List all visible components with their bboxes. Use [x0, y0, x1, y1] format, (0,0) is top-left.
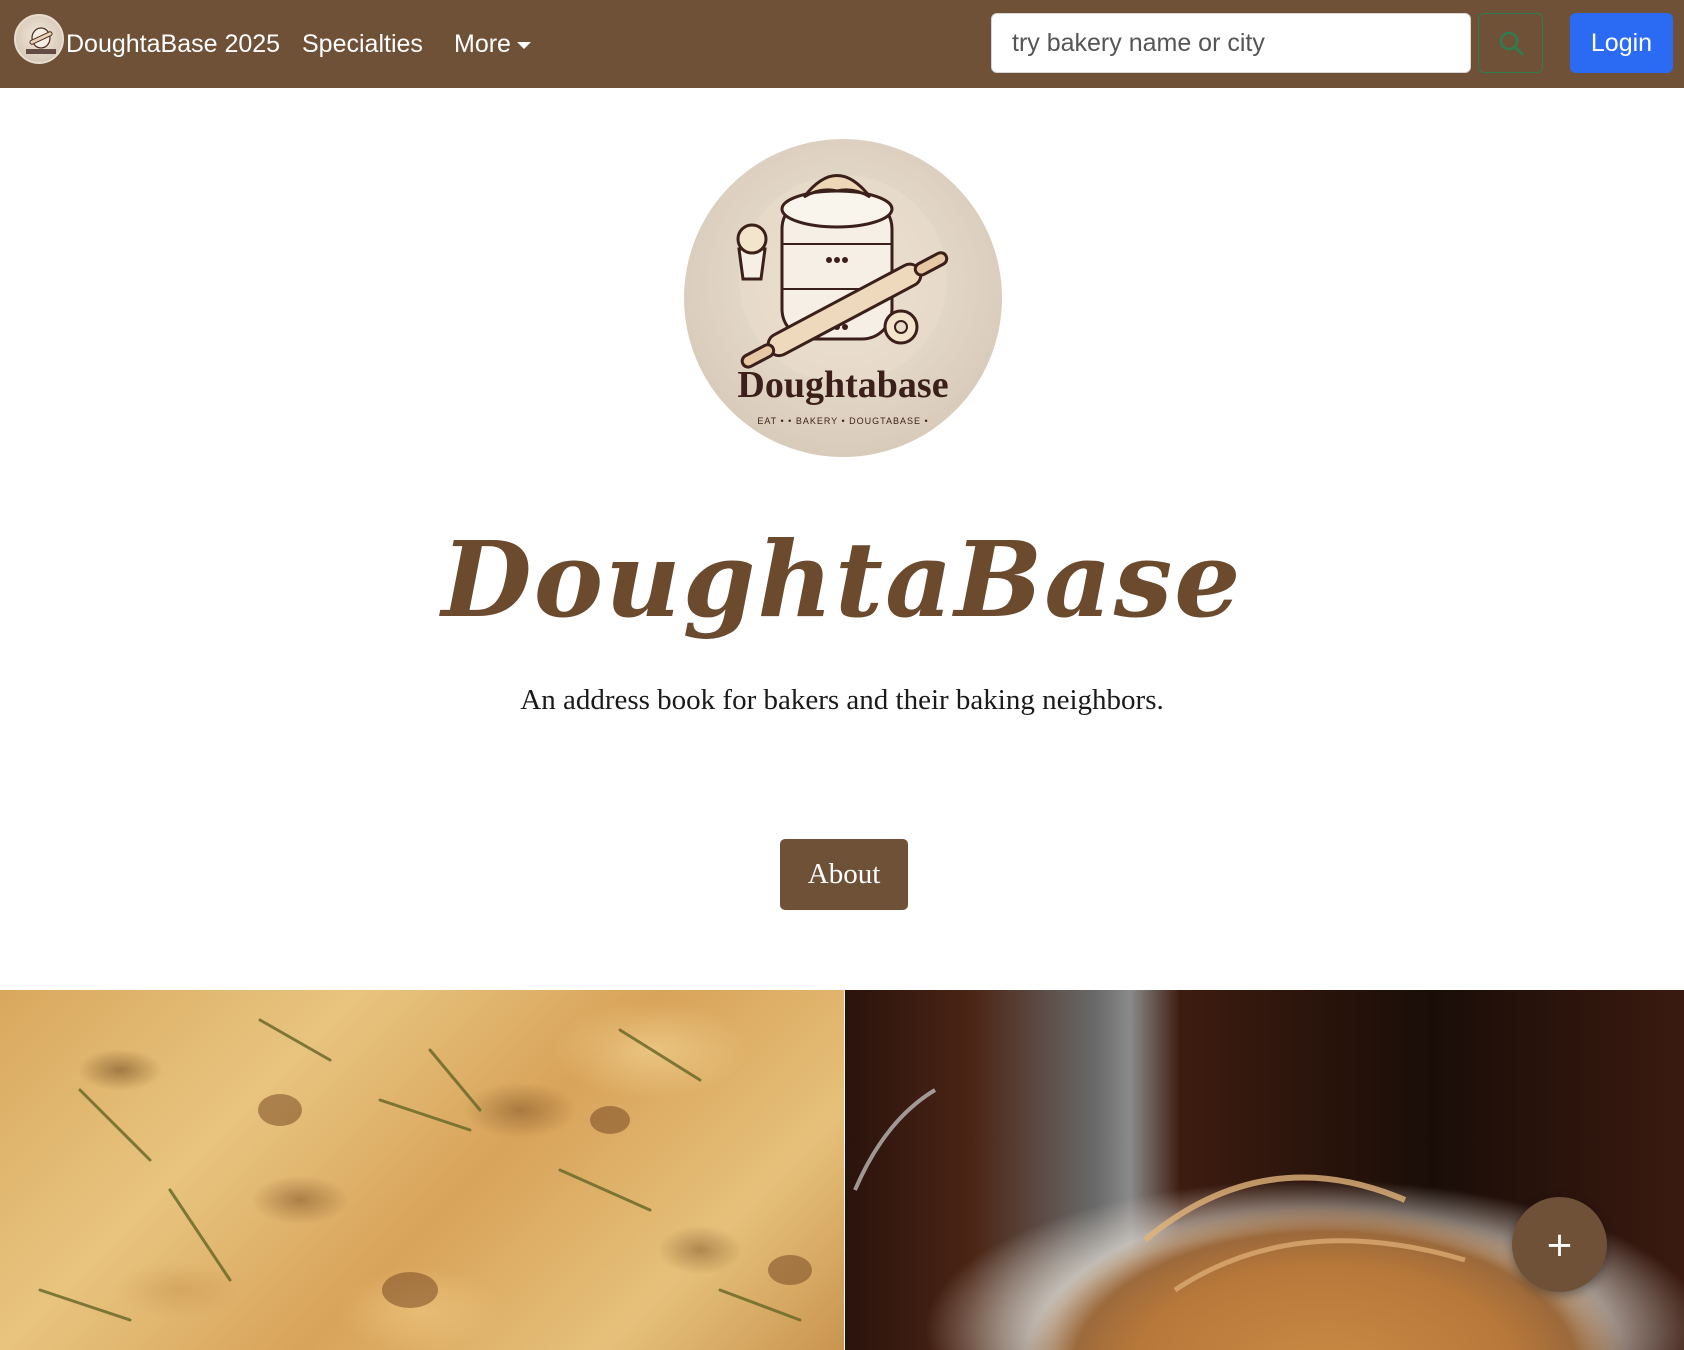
search-icon [1499, 31, 1523, 56]
plus-icon: + [1545, 1224, 1574, 1265]
nav-dropdown-more[interactable]: More [454, 28, 531, 60]
bread-loaf-photo [845, 990, 1684, 1350]
hero-title: DoughtaBase [441, 518, 1243, 641]
search-input[interactable] [991, 13, 1471, 73]
caret-down-icon [516, 41, 531, 49]
search-button[interactable] [1478, 13, 1543, 73]
add-bakery-fab[interactable]: + [1512, 1197, 1607, 1292]
hero-subtitle: An address book for bakers and their bak… [520, 684, 1164, 716]
login-button[interactable]: Login [1570, 13, 1673, 73]
nav-more-label: More [454, 30, 511, 58]
about-button[interactable]: About [780, 839, 908, 910]
rosemary-sprigs-decor [38, 1018, 812, 1322]
focaccia-photo [0, 990, 844, 1350]
bread-scoring-decor [853, 1088, 1466, 1293]
hero-logo: Doughtabase EAT • • BAKERY • DOUGTABASE … [684, 139, 1002, 457]
top-navbar: DoughtaBase 2025 Specialties More Login [0, 0, 1684, 88]
bakery-emblem-icon [736, 174, 949, 383]
brand-title[interactable]: DoughtaBase 2025 [66, 28, 280, 60]
brand-logo[interactable] [14, 14, 64, 64]
logo-tagline: EAT • • BAKERY • DOUGTABASE • [757, 416, 929, 426]
nav-link-specialties[interactable]: Specialties [302, 28, 423, 60]
logo-wordmark: Doughtabase [737, 364, 949, 406]
